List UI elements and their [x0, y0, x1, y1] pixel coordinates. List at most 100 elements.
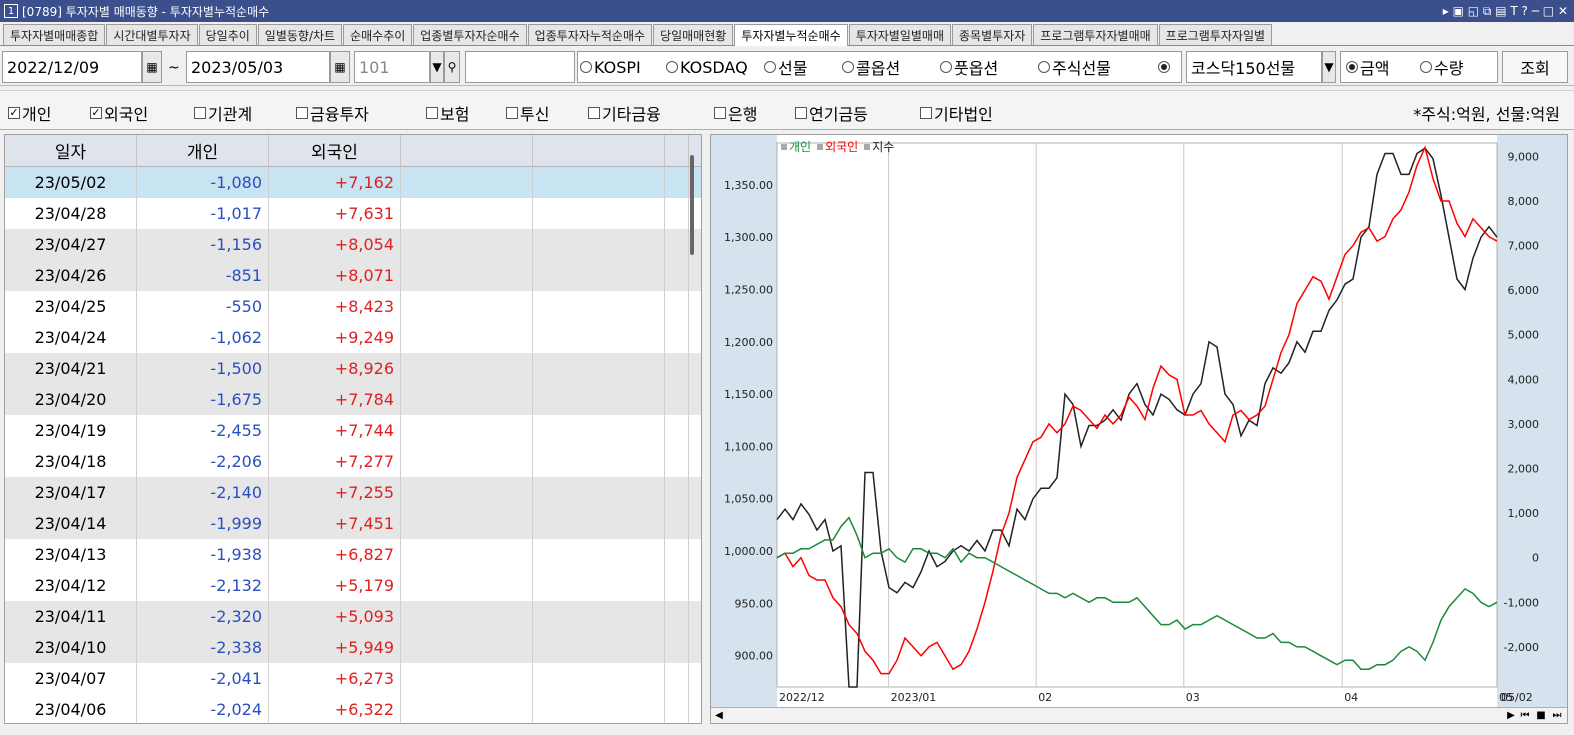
tab-8[interactable]: 투자자별누적순매수 — [734, 24, 848, 46]
legend-swatch — [781, 143, 787, 150]
market-radio-2[interactable]: 선물 — [764, 51, 807, 83]
table-scrollbar[interactable] — [690, 155, 694, 255]
tab-12[interactable]: 프로그램투자자일별 — [1158, 24, 1273, 45]
cell-empty — [533, 508, 665, 539]
market-radio-6[interactable] — [1158, 51, 1172, 83]
table-row[interactable]: 23/04/19 -2,455 +7,744 — [5, 415, 701, 446]
table-body: 23/05/02 -1,080 +7,162 23/04/28 -1,017 +7,631… — [5, 167, 701, 723]
end-calendar-icon[interactable]: ▦ — [330, 51, 350, 83]
tab-10[interactable]: 종목별투자자 — [952, 24, 1033, 45]
radio-circle-icon — [1038, 61, 1050, 73]
value-radio-1[interactable]: 수량 — [1420, 51, 1463, 83]
tab-0[interactable]: 투자자별매매종합 — [3, 24, 106, 45]
investor-checkbox-8[interactable]: 연기금등 — [795, 101, 868, 125]
tab-7[interactable]: 당일매매현황 — [653, 24, 734, 45]
table-row[interactable]: 23/04/17 -2,140 +7,255 — [5, 477, 701, 508]
investor-checkbox-9[interactable]: 기타법인 — [920, 101, 993, 125]
investor-checkbox-2[interactable]: 기관계 — [194, 101, 252, 125]
cell-individual: -2,140 — [137, 477, 269, 508]
header-empty-1 — [401, 135, 533, 166]
search-icon[interactable]: ⚲ — [444, 51, 460, 83]
left-tick-label: 900.00 — [735, 650, 774, 663]
tab-2[interactable]: 당일추이 — [198, 24, 257, 45]
scroll-last-icon[interactable]: ⏭ — [1551, 709, 1563, 721]
scroll-left-icon[interactable]: ◀ — [713, 709, 725, 721]
table-row[interactable]: 23/04/13 -1,938 +6,827 — [5, 539, 701, 570]
investor-checkbox-4[interactable]: 보험 — [426, 101, 469, 125]
cell-foreigner: +8,071 — [269, 260, 401, 291]
market-radio-4[interactable]: 풋옵션 — [940, 51, 998, 83]
table-row[interactable]: 23/04/26 -851 +8,071 — [5, 260, 701, 291]
scroll-first-icon[interactable]: ⏮ — [1519, 709, 1531, 721]
table-row[interactable]: 23/04/27 -1,156 +8,054 — [5, 229, 701, 260]
cell-empty — [533, 322, 665, 353]
right-tick-label: -2,000 — [1504, 641, 1539, 654]
table-row[interactable]: 23/04/20 -1,675 +7,784 — [5, 384, 701, 415]
cell-empty — [533, 384, 665, 415]
investor-checkbox-0[interactable]: ✓ 개인 — [8, 101, 51, 125]
investor-checkbox-5[interactable]: 투신 — [506, 101, 549, 125]
market-radio-0[interactable]: KOSPI — [580, 51, 641, 83]
scroll-right-icon[interactable]: ▶ — [1505, 709, 1517, 721]
window-controls[interactable]: ▸ ▣ ◱ ⧉ ▤ T ? ─ □ ✕ — [1443, 0, 1568, 22]
cell-foreigner: +6,322 — [269, 694, 401, 723]
start-date-input[interactable]: 2022/12/09 — [2, 51, 142, 83]
header-date[interactable]: 일자 — [5, 135, 137, 166]
scroll-stop-icon[interactable]: ■ — [1535, 709, 1547, 721]
header-foreigner[interactable]: 외국인 — [269, 135, 401, 166]
table-row[interactable]: 23/04/07 -2,041 +6,273 — [5, 663, 701, 694]
investor-checkbox-7[interactable]: 은행 — [714, 101, 757, 125]
x-tick-label: 03 — [1186, 691, 1200, 704]
tab-9[interactable]: 투자자별일별매매 — [848, 24, 952, 45]
market-radio-1[interactable]: KOSDAQ — [666, 51, 748, 83]
cell-empty — [533, 477, 665, 508]
table-row[interactable]: 23/04/28 -1,017 +7,631 — [5, 198, 701, 229]
market-radio-5[interactable]: 주식선물 — [1038, 51, 1111, 83]
cell-empty — [533, 198, 665, 229]
end-date-input[interactable]: 2023/05/03 — [186, 51, 330, 83]
chart-horizontal-scrollbar[interactable]: ◀ ▶ ⏮ ■ ⏭ — [711, 707, 1567, 723]
table-row[interactable]: 23/05/02 -1,080 +7,162 — [5, 167, 701, 198]
market-radio-3[interactable]: 콜옵션 — [842, 51, 900, 83]
table-row[interactable]: 23/04/25 -550 +8,423 — [5, 291, 701, 322]
cell-spacer — [665, 663, 689, 694]
cell-spacer — [665, 229, 689, 260]
table-row[interactable]: 23/04/18 -2,206 +7,277 — [5, 446, 701, 477]
investor-label: 외국인 — [104, 105, 149, 124]
cell-individual: -1,675 — [137, 384, 269, 415]
tab-3[interactable]: 일별동향/차트 — [257, 24, 343, 45]
tab-1[interactable]: 시간대별투자자 — [106, 24, 198, 45]
investor-checkbox-6[interactable]: 기타금융 — [588, 101, 661, 125]
cell-foreigner: +7,784 — [269, 384, 401, 415]
code-input[interactable]: 101 — [354, 51, 430, 83]
table-row[interactable]: 23/04/14 -1,999 +7,451 — [5, 508, 701, 539]
search-button[interactable]: 조회 — [1502, 51, 1568, 83]
cell-empty — [401, 663, 533, 694]
cell-date: 23/04/12 — [5, 570, 137, 601]
radio-circle-icon — [940, 61, 952, 73]
start-calendar-icon[interactable]: ▦ — [142, 51, 162, 83]
cell-individual: -1,062 — [137, 322, 269, 353]
tab-5[interactable]: 업종별투자자순매수 — [413, 24, 527, 45]
code-dropdown-icon[interactable]: ▼ — [430, 51, 444, 83]
table-row[interactable]: 23/04/11 -2,320 +5,093 — [5, 601, 701, 632]
table-row[interactable]: 23/04/24 -1,062 +9,249 — [5, 322, 701, 353]
table-row[interactable]: 23/04/06 -2,024 +6,322 — [5, 694, 701, 723]
investor-checkbox-1[interactable]: ✓ 외국인 — [90, 101, 148, 125]
investor-checkbox-3[interactable]: 금융투자 — [296, 101, 369, 125]
table-row[interactable]: 23/04/21 -1,500 +8,926 — [5, 353, 701, 384]
product-select[interactable]: 코스닥150선물 — [1186, 51, 1322, 83]
table-row[interactable]: 23/04/10 -2,338 +5,949 — [5, 632, 701, 663]
cell-empty — [401, 291, 533, 322]
cell-foreigner: +7,631 — [269, 198, 401, 229]
tab-4[interactable]: 순매수추이 — [343, 24, 413, 45]
header-individual[interactable]: 개인 — [137, 135, 269, 166]
value-radio-0[interactable]: 금액 — [1346, 51, 1389, 83]
product-dropdown-icon[interactable]: ▼ — [1322, 51, 1336, 83]
cell-empty — [401, 415, 533, 446]
tab-11[interactable]: 프로그램투자자별매매 — [1033, 24, 1158, 45]
investor-label: 연기금등 — [809, 105, 868, 124]
investor-label: 개인 — [22, 105, 52, 124]
table-row[interactable]: 23/04/12 -2,132 +5,179 — [5, 570, 701, 601]
tab-6[interactable]: 업종투자자누적순매수 — [527, 24, 653, 45]
